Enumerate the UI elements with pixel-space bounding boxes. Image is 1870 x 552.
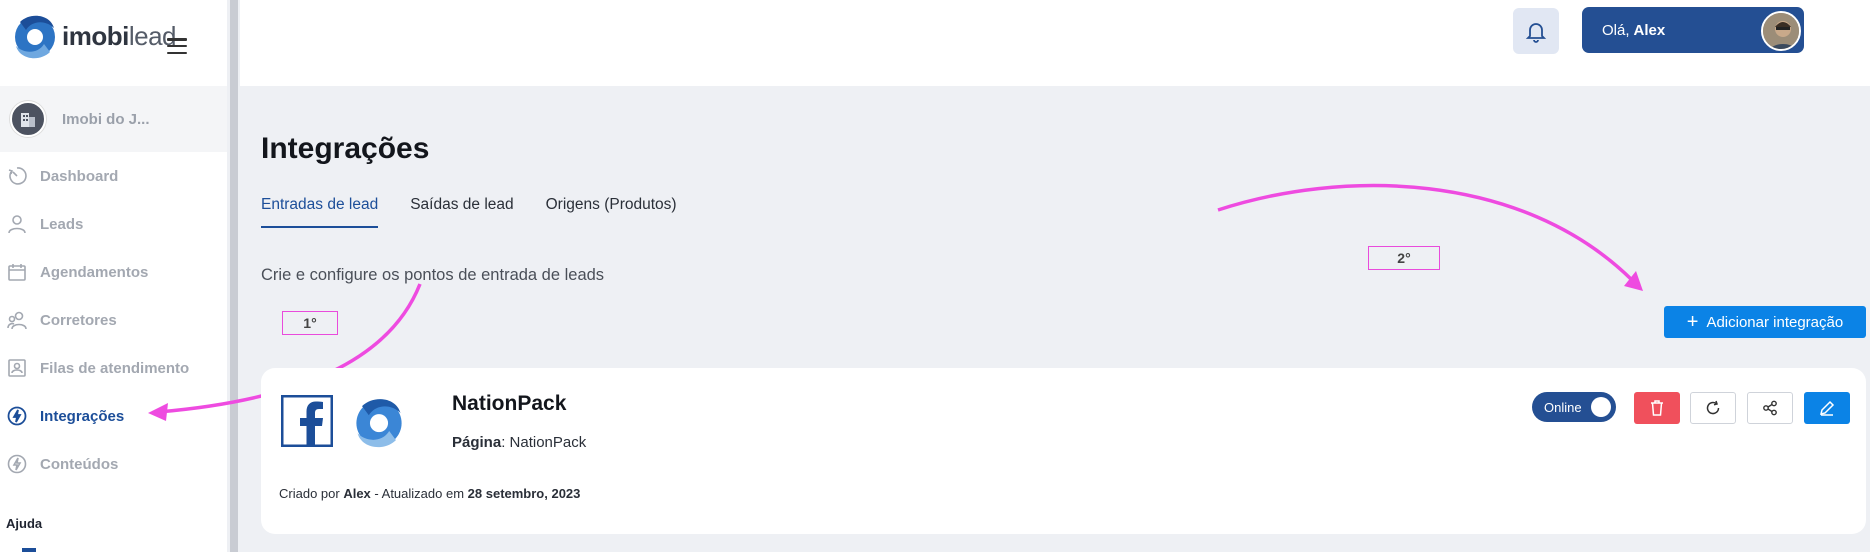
integration-meta: Criado por Alex - Atualizado em 28 setem… [279, 486, 580, 501]
sidebar-item-corretores[interactable]: Corretores [0, 296, 227, 344]
sidebar: imobilead Imobi do J... Dashboard Leads [0, 0, 227, 552]
status-toggle[interactable]: Online [1532, 392, 1616, 422]
annotation-step-1: 1° [282, 311, 338, 335]
integration-name: NationPack [452, 392, 567, 415]
trash-icon [1651, 400, 1663, 416]
sidebar-item-conteudos[interactable]: Conteúdos [0, 440, 227, 488]
imobilead-brand-icon [356, 399, 402, 448]
annotation-step-2: 2° [1368, 246, 1440, 270]
sidebar-scrollbar[interactable] [230, 0, 238, 552]
sidebar-item-label: Filas de atendimento [40, 359, 190, 377]
connections-button[interactable] [1747, 392, 1793, 424]
help-section-title: Ajuda [6, 516, 43, 531]
sidebar-item-label: Corretores [40, 311, 117, 329]
building-icon [21, 113, 35, 127]
sidebar-item-integracoes[interactable]: Integrações [0, 392, 227, 440]
lightning-icon [6, 453, 28, 475]
tab-saidas-de-lead[interactable]: Saídas de lead [410, 196, 513, 228]
sidebar-item-label: Conteúdos [40, 455, 119, 473]
integration-page: Página: NationPack [452, 434, 587, 451]
page-title: Integrações [261, 132, 430, 165]
sidebar-item-filas[interactable]: Filas de atendimento [0, 344, 227, 392]
page-subtitle: Crie e configure os pontos de entrada de… [261, 266, 605, 284]
logo-swirl-icon [15, 15, 55, 59]
refresh-button[interactable] [1690, 392, 1736, 424]
tab-origens-produtos[interactable]: Origens (Produtos) [546, 196, 677, 228]
add-integration-button[interactable]: + Adicionar integração [1664, 306, 1866, 338]
company-name: Imobi do J... [62, 110, 150, 128]
created-by-name: Alex [343, 486, 371, 501]
delete-button[interactable] [1634, 392, 1680, 424]
dashboard-icon [6, 165, 28, 187]
sidebar-item-leads[interactable]: Leads [0, 200, 227, 248]
page-label: Página [452, 434, 502, 451]
bell-icon [1525, 23, 1547, 43]
users-icon [6, 309, 28, 331]
plus-icon: + [1686, 311, 1699, 333]
sidebar-nav: Dashboard Leads Agendamentos Corretores … [0, 152, 227, 488]
sidebar-item-label: Agendamentos [40, 263, 149, 281]
user-name: Alex [1633, 21, 1666, 39]
annotation-arrow-2-head [1624, 271, 1643, 291]
refresh-icon [1706, 400, 1720, 415]
status-toggle-label: Online [1544, 399, 1582, 415]
toggle-knob [1591, 397, 1611, 417]
sidebar-item-dashboard[interactable]: Dashboard [0, 152, 227, 200]
company-selector[interactable]: Imobi do J... [0, 86, 227, 152]
notifications-button[interactable] [1513, 8, 1559, 54]
greeting-text: Olá, [1602, 21, 1630, 39]
share-icon [1763, 400, 1777, 416]
imobilead-logo[interactable]: imobilead [12, 10, 177, 62]
tab-entradas-de-lead[interactable]: Entradas de lead [261, 196, 379, 228]
sidebar-item-label: Dashboard [40, 167, 119, 185]
pencil-icon [1819, 400, 1835, 416]
updated-prefix: - Atualizado em [374, 486, 465, 501]
logo-text: imobilead [62, 20, 177, 51]
help-item-icon[interactable] [22, 548, 36, 552]
tabs: Entradas de lead Saídas de lead Origens … [261, 196, 709, 228]
edit-button[interactable] [1804, 392, 1850, 424]
sidebar-item-agendamentos[interactable]: Agendamentos [0, 248, 227, 296]
queue-icon [6, 357, 28, 379]
page-value: NationPack [509, 434, 587, 451]
lightning-icon [6, 405, 28, 427]
facebook-icon [281, 395, 333, 447]
avatar[interactable] [1761, 11, 1801, 51]
updated-date: 28 setembro, 2023 [467, 486, 581, 501]
created-by-prefix: Criado por [279, 486, 340, 501]
add-integration-label: Adicionar integração [1706, 313, 1844, 331]
sidebar-item-label: Leads [40, 215, 84, 233]
menu-toggle-icon[interactable] [167, 38, 187, 54]
calendar-icon [6, 261, 28, 283]
user-icon [6, 213, 28, 235]
sidebar-item-label: Integrações [40, 407, 125, 425]
integration-card: NationPack Página: NationPack Criado por… [261, 368, 1866, 534]
company-avatar [10, 101, 46, 137]
